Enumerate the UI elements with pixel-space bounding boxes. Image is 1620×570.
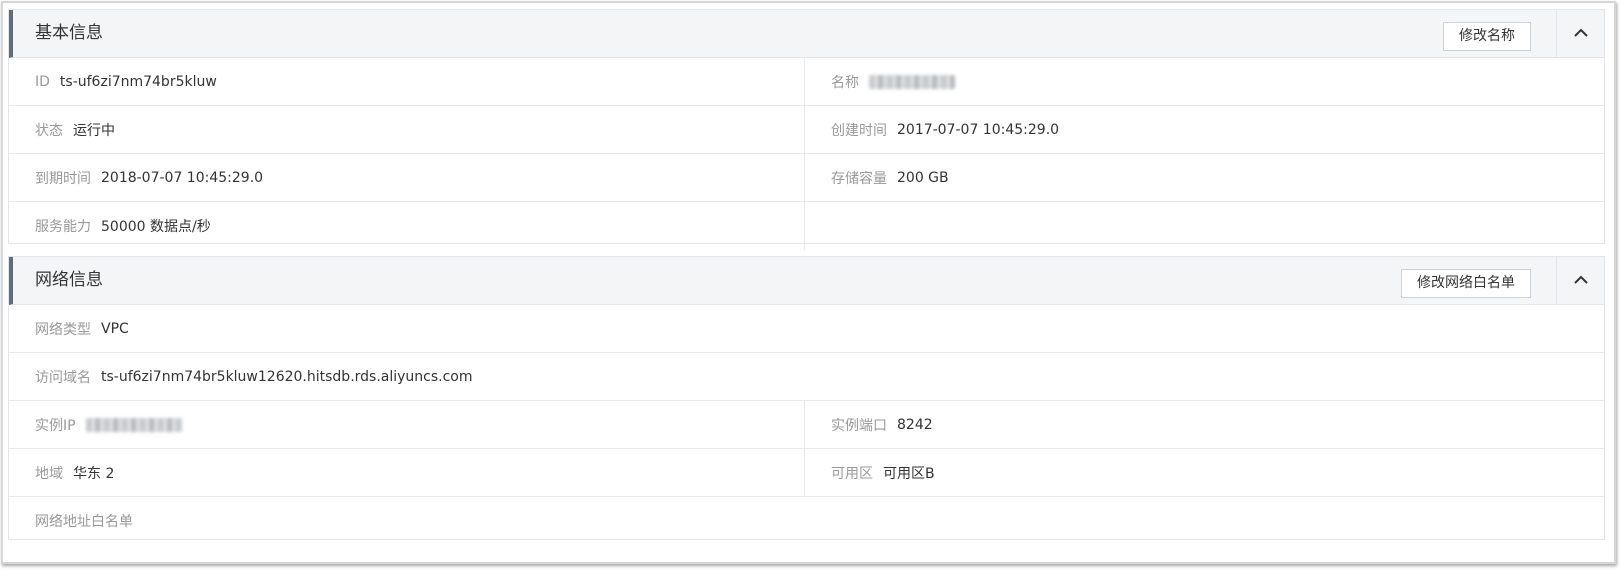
network-info-header: 网络信息 修改网络白名单 xyxy=(9,257,1604,305)
ip-value-redacted xyxy=(85,417,182,432)
ip-label: 实例IP xyxy=(35,417,76,434)
capacity-label: 服务能力 xyxy=(35,219,91,235)
info-row: 实例IP 实例端口 8242 xyxy=(9,401,1604,449)
zone-value: 可用区B xyxy=(883,465,935,482)
port-value: 8242 xyxy=(897,416,933,433)
domain-value: ts-uf6zi7nm74br5kluw12620.hitsdb.rds.ali… xyxy=(101,368,473,385)
id-label: ID xyxy=(35,73,50,90)
status-value: 运行中 xyxy=(73,122,115,139)
net-type-cell: 网络类型 VPC xyxy=(9,305,1604,352)
capacity-cell: 服务能力 50000 数据点/秒 xyxy=(9,202,805,250)
info-row: 网络地址白名单 xyxy=(9,497,1604,545)
empty-cell xyxy=(805,202,1604,250)
domain-cell: 访问域名 ts-uf6zi7nm74br5kluw12620.hitsdb.rd… xyxy=(9,353,1604,400)
net-type-label: 网络类型 xyxy=(35,321,91,338)
net-type-value: VPC xyxy=(101,320,129,337)
zone-cell: 可用区 可用区B xyxy=(805,449,1604,496)
basic-info-collapse-toggle[interactable] xyxy=(1556,10,1604,57)
instance-detail-frame: 基本信息 修改名称 ID ts-uf6zi7nm74br5kluw 名称 状态 … xyxy=(1,1,1616,564)
edit-whitelist-button[interactable]: 修改网络白名单 xyxy=(1401,269,1531,298)
status-cell: 状态 运行中 xyxy=(9,106,805,153)
ip-cell: 实例IP xyxy=(9,401,805,448)
created-value: 2017-07-07 10:45:29.0 xyxy=(897,121,1060,138)
name-label: 名称 xyxy=(831,74,859,91)
info-row: 服务能力 50000 数据点/秒 xyxy=(9,202,1604,250)
domain-label: 访问域名 xyxy=(35,369,91,386)
capacity-value: 50000 数据点/秒 xyxy=(101,219,211,235)
name-cell: 名称 xyxy=(805,58,1604,105)
basic-info-title: 基本信息 xyxy=(35,23,103,43)
id-cell: ID ts-uf6zi7nm74br5kluw xyxy=(9,58,805,105)
storage-cell: 存储容量 200 GB xyxy=(805,154,1604,201)
network-info-title: 网络信息 xyxy=(35,270,103,290)
basic-info-panel: 基本信息 修改名称 ID ts-uf6zi7nm74br5kluw 名称 状态 … xyxy=(8,9,1605,250)
info-row: 状态 运行中 创建时间 2017-07-07 10:45:29.0 xyxy=(9,106,1604,154)
storage-value: 200 GB xyxy=(897,169,949,186)
zone-label: 可用区 xyxy=(831,465,873,482)
whitelist-label: 网络地址白名单 xyxy=(35,514,133,530)
edit-name-button[interactable]: 修改名称 xyxy=(1443,22,1531,51)
storage-label: 存储容量 xyxy=(831,170,887,187)
region-cell: 地域 华东 2 xyxy=(9,449,805,496)
expire-label: 到期时间 xyxy=(35,170,91,187)
whitelist-cell: 网络地址白名单 xyxy=(9,497,1604,545)
status-label: 状态 xyxy=(35,122,63,139)
expire-value: 2018-07-07 10:45:29.0 xyxy=(101,169,264,186)
info-row: 网络类型 VPC xyxy=(9,305,1604,353)
network-info-panel: 网络信息 修改网络白名单 网络类型 VPC 访问域名 ts-uf6zi7nm74… xyxy=(8,256,1605,540)
created-label: 创建时间 xyxy=(831,122,887,139)
chevron-up-icon xyxy=(1574,28,1588,37)
info-row: 访问域名 ts-uf6zi7nm74br5kluw12620.hitsdb.rd… xyxy=(9,353,1604,401)
region-label: 地域 xyxy=(35,465,63,482)
created-cell: 创建时间 2017-07-07 10:45:29.0 xyxy=(805,106,1604,153)
region-value: 华东 2 xyxy=(73,465,115,482)
name-value-redacted xyxy=(869,74,955,89)
info-row: ID ts-uf6zi7nm74br5kluw 名称 xyxy=(9,58,1604,106)
id-value: ts-uf6zi7nm74br5kluw xyxy=(59,73,217,90)
info-row: 到期时间 2018-07-07 10:45:29.0 存储容量 200 GB xyxy=(9,154,1604,202)
expire-cell: 到期时间 2018-07-07 10:45:29.0 xyxy=(9,154,805,201)
port-cell: 实例端口 8242 xyxy=(805,401,1604,448)
chevron-up-icon xyxy=(1574,275,1588,284)
info-row: 地域 华东 2 可用区 可用区B xyxy=(9,449,1604,497)
port-label: 实例端口 xyxy=(831,417,887,434)
network-info-collapse-toggle[interactable] xyxy=(1556,257,1604,304)
basic-info-header: 基本信息 修改名称 xyxy=(9,10,1604,58)
